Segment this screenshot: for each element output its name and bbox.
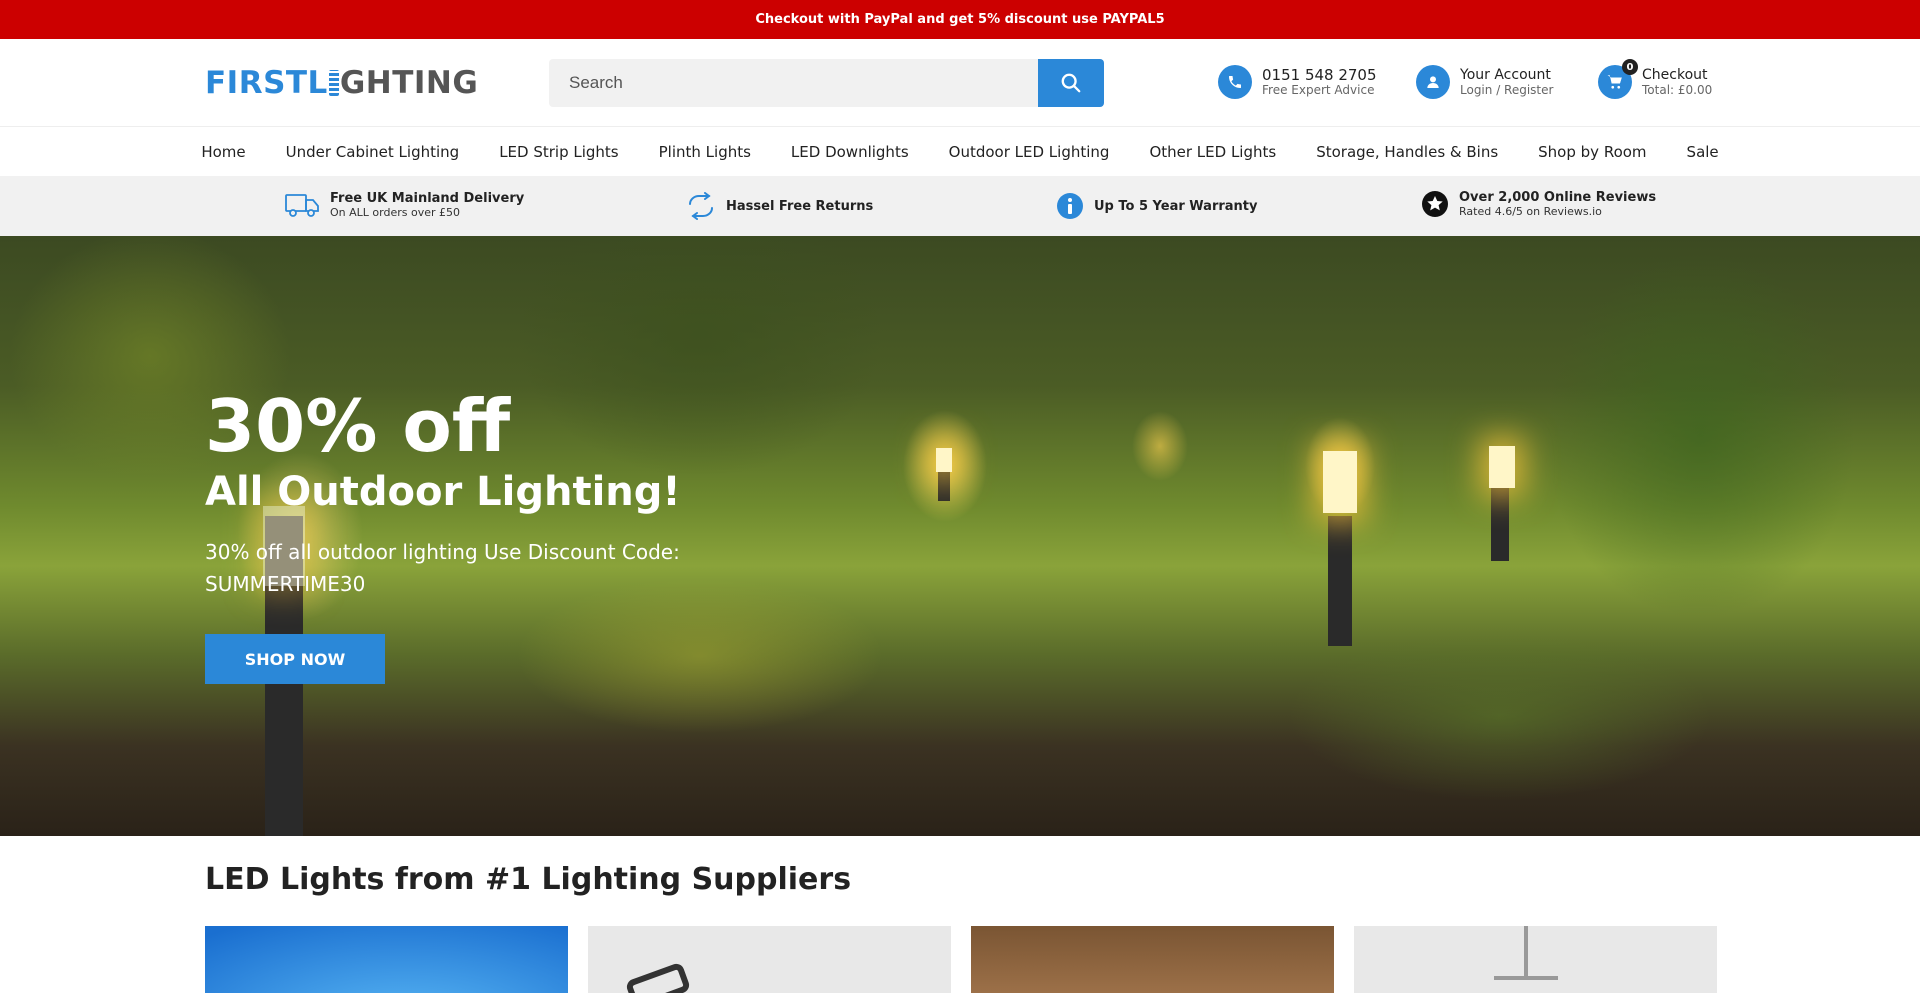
usp-returns: Hassel Free Returns — [686, 192, 873, 220]
search-button[interactable] — [1038, 59, 1104, 107]
nav-storage-handles-bins[interactable]: Storage, Handles & Bins — [1296, 143, 1518, 161]
phone-subtitle: Free Expert Advice — [1262, 82, 1375, 97]
account-title: Your Account — [1460, 66, 1551, 83]
garden-lamp — [1323, 451, 1357, 513]
category-card[interactable] — [971, 926, 1334, 993]
checkout-link[interactable]: 0 Checkout Total: £0.00 — [1598, 59, 1713, 99]
checkout-title: Checkout — [1642, 66, 1708, 83]
shop-now-button[interactable]: SHOP NOW — [205, 634, 385, 684]
product-image — [1494, 976, 1558, 980]
truck-icon — [285, 194, 319, 217]
usp-delivery: Free UK Mainland Delivery On ALL orders … — [284, 190, 524, 220]
product-image — [1524, 926, 1528, 976]
hero-banner[interactable]: 30% off All Outdoor Lighting! 30% off al… — [0, 236, 1920, 836]
logo-bulb-icon — [328, 70, 339, 96]
star-icon — [1422, 191, 1448, 217]
nav-shop-by-room[interactable]: Shop by Room — [1518, 143, 1666, 161]
usp-warranty-title: Up To 5 Year Warranty — [1094, 198, 1258, 214]
category-card[interactable] — [205, 926, 568, 993]
nav-outdoor-led-lighting[interactable]: Outdoor LED Lighting — [929, 143, 1130, 161]
nav-under-cabinet-lighting[interactable]: Under Cabinet Lighting — [266, 143, 480, 161]
phone-contact[interactable]: 0151 548 2705 Free Expert Advice — [1218, 65, 1377, 99]
account-link[interactable]: Your Account Login / Register — [1416, 65, 1553, 99]
section-title: LED Lights from #1 Lighting Suppliers — [205, 862, 852, 897]
cart-icon: 0 — [1598, 59, 1638, 99]
logo-first: FIRSTL — [205, 65, 328, 101]
nav-led-downlights[interactable]: LED Downlights — [771, 143, 929, 161]
main-nav: Home Under Cabinet Lighting LED Strip Li… — [0, 127, 1920, 176]
logo-rest: GHTING — [339, 65, 479, 101]
usp-warranty: Up To 5 Year Warranty — [1056, 192, 1258, 220]
nav-other-led-lights[interactable]: Other LED Lights — [1129, 143, 1296, 161]
hero-content: 30% off All Outdoor Lighting! 30% off al… — [205, 386, 705, 684]
logo[interactable]: FIRSTL GHTING — [205, 65, 478, 101]
nav-home[interactable]: Home — [181, 143, 265, 161]
cart-total: Total: £0.00 — [1642, 82, 1713, 97]
nav-plinth-lights[interactable]: Plinth Lights — [639, 143, 771, 161]
cart-count-badge: 0 — [1622, 59, 1638, 75]
usp-delivery-title: Free UK Mainland Delivery — [330, 191, 525, 206]
usp-reviews-title: Over 2,000 Online Reviews — [1459, 190, 1657, 205]
search-bar — [549, 59, 1104, 107]
returns-icon — [689, 192, 713, 220]
hero-title: 30% off — [205, 384, 511, 468]
garden-lamp — [936, 448, 952, 472]
garden-lamp-post — [1328, 516, 1352, 646]
promo-bar: Checkout with PayPal and get 5% discount… — [0, 0, 1920, 39]
category-card[interactable] — [1354, 926, 1717, 993]
site-header: FIRSTL GHTING 0151 548 2705 Free Expert A… — [0, 39, 1920, 127]
category-cards — [205, 926, 1717, 993]
user-icon — [1416, 65, 1450, 99]
garden-lamp — [1489, 446, 1515, 488]
hero-description: 30% off all outdoor lighting Use Discoun… — [205, 540, 680, 596]
hero-subtitle: All Outdoor Lighting! — [205, 469, 681, 515]
search-icon — [1061, 73, 1081, 93]
account-subtitle: Login / Register — [1460, 82, 1554, 97]
usp-returns-title: Hassel Free Returns — [726, 198, 874, 214]
info-icon — [1057, 193, 1083, 219]
category-card[interactable] — [588, 926, 951, 993]
usp-delivery-subtitle: On ALL orders over £50 — [330, 206, 460, 219]
phone-icon — [1218, 65, 1252, 99]
phone-number: 0151 548 2705 — [1262, 65, 1377, 84]
garden-lamp-post — [1491, 481, 1509, 561]
usp-bar: Free UK Mainland Delivery On ALL orders … — [0, 176, 1920, 236]
nav-led-strip-lights[interactable]: LED Strip Lights — [479, 143, 638, 161]
usp-reviews: Over 2,000 Online Reviews Rated 4.6/5 on… — [1421, 190, 1656, 218]
product-image — [624, 961, 692, 993]
usp-reviews-subtitle: Rated 4.6/5 on Reviews.io — [1459, 205, 1602, 218]
promo-text: Checkout with PayPal and get 5% discount… — [755, 12, 1165, 27]
nav-sale[interactable]: Sale — [1667, 143, 1739, 161]
search-input[interactable] — [549, 59, 1038, 107]
